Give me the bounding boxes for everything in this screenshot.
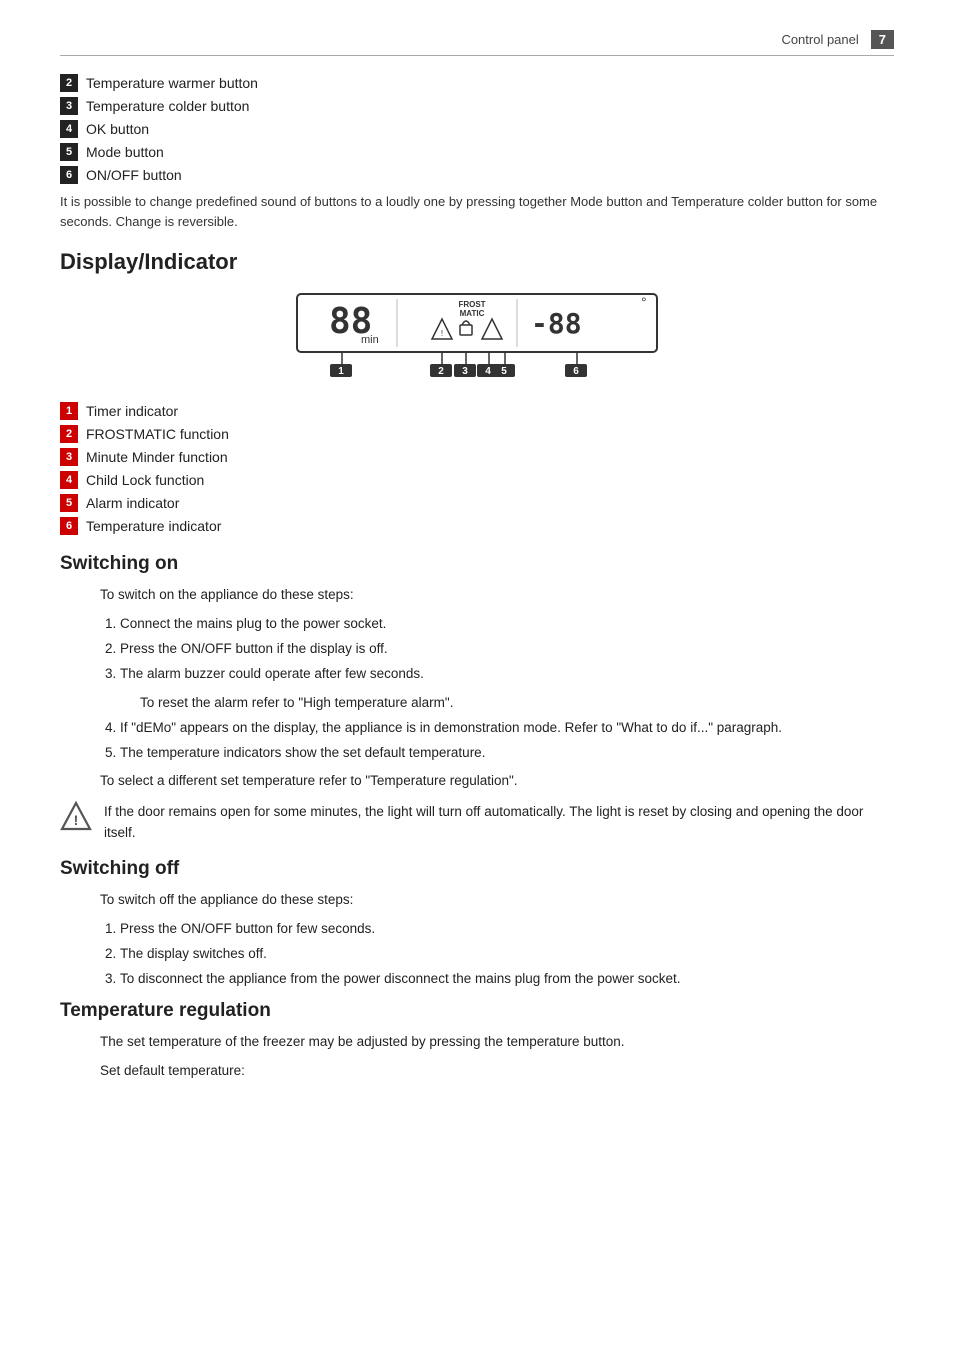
header-bar: Control panel 7 bbox=[60, 30, 894, 56]
header-title: Control panel bbox=[781, 32, 858, 47]
page-number: 7 bbox=[871, 30, 894, 49]
switching-on-outro: To select a different set temperature re… bbox=[60, 771, 894, 792]
warning-triangle-icon: ! bbox=[60, 800, 92, 832]
step-1: Connect the mains plug to the power sock… bbox=[120, 614, 894, 635]
svg-text:1: 1 bbox=[338, 366, 344, 377]
step-5: The temperature indicators show the set … bbox=[120, 743, 894, 764]
svg-text:!: ! bbox=[74, 812, 79, 828]
step-3-sub: To reset the alarm refer to "High temper… bbox=[60, 693, 894, 714]
switching-off-intro: To switch off the appliance do these ste… bbox=[60, 890, 894, 911]
list-item: 6 Temperature indicator bbox=[60, 517, 894, 535]
item-label-5: Mode button bbox=[86, 144, 164, 160]
indicator-label-5: Alarm indicator bbox=[86, 495, 179, 511]
warning-text: If the door remains open for some minute… bbox=[104, 802, 894, 844]
step-4: If "dEMo" appears on the display, the ap… bbox=[120, 718, 894, 739]
svg-text:6: 6 bbox=[573, 366, 579, 377]
badge-3: 3 bbox=[60, 97, 78, 115]
temperature-regulation-text1: The set temperature of the freezer may b… bbox=[60, 1032, 894, 1053]
indicator-label-2: FROSTMATIC function bbox=[86, 426, 229, 442]
temperature-regulation-title: Temperature regulation bbox=[60, 1000, 894, 1022]
svg-text:FROST: FROST bbox=[458, 300, 485, 309]
svg-text:min: min bbox=[361, 334, 379, 346]
switching-off-steps: Press the ON/OFF button for few seconds.… bbox=[60, 919, 894, 990]
control-items-list: 2 Temperature warmer button 3 Temperatur… bbox=[60, 74, 894, 184]
temperature-regulation-section: Temperature regulation The set temperatu… bbox=[60, 1000, 894, 1082]
indicator-badge-4: 4 bbox=[60, 471, 78, 489]
page: Control panel 7 2 Temperature warmer but… bbox=[0, 0, 954, 1352]
badge-5: 5 bbox=[60, 143, 78, 161]
display-diagram: 88 min FROST MATIC ! bbox=[287, 289, 667, 382]
svg-text:3: 3 bbox=[462, 366, 468, 377]
list-item: 4 OK button bbox=[60, 120, 894, 138]
indicators-list: 1 Timer indicator 2 FROSTMATIC function … bbox=[60, 402, 894, 535]
temperature-regulation-text2: Set default temperature: bbox=[60, 1061, 894, 1082]
list-item: 2 Temperature warmer button bbox=[60, 74, 894, 92]
item-label-2: Temperature warmer button bbox=[86, 75, 258, 91]
off-step-3: To disconnect the appliance from the pow… bbox=[120, 969, 894, 990]
display-section-title: Display/Indicator bbox=[60, 249, 894, 275]
item-label-3: Temperature colder button bbox=[86, 98, 249, 114]
indicator-badge-2: 2 bbox=[60, 425, 78, 443]
svg-text:MATIC: MATIC bbox=[460, 309, 485, 318]
svg-text:2: 2 bbox=[438, 366, 444, 377]
list-item: 1 Timer indicator bbox=[60, 402, 894, 420]
indicator-label-1: Timer indicator bbox=[86, 403, 178, 419]
indicator-label-4: Child Lock function bbox=[86, 472, 204, 488]
step-3: The alarm buzzer could operate after few… bbox=[120, 664, 894, 685]
badge-2: 2 bbox=[60, 74, 78, 92]
list-item: 5 Mode button bbox=[60, 143, 894, 161]
list-item: 4 Child Lock function bbox=[60, 471, 894, 489]
indicator-badge-3: 3 bbox=[60, 448, 78, 466]
switching-off-section: Switching off To switch off the applianc… bbox=[60, 858, 894, 990]
switching-off-title: Switching off bbox=[60, 858, 894, 880]
warning-icon: ! bbox=[60, 800, 92, 839]
svg-text:°: ° bbox=[641, 294, 647, 310]
off-step-2: The display switches off. bbox=[120, 944, 894, 965]
off-step-1: Press the ON/OFF button for few seconds. bbox=[120, 919, 894, 940]
list-item: 5 Alarm indicator bbox=[60, 494, 894, 512]
svg-text:4: 4 bbox=[485, 366, 491, 377]
list-item: 3 Minute Minder function bbox=[60, 448, 894, 466]
switching-on-title: Switching on bbox=[60, 553, 894, 575]
list-item: 3 Temperature colder button bbox=[60, 97, 894, 115]
badge-4: 4 bbox=[60, 120, 78, 138]
svg-text:!: ! bbox=[441, 329, 443, 338]
indicator-label-3: Minute Minder function bbox=[86, 449, 228, 465]
list-item: 6 ON/OFF button bbox=[60, 166, 894, 184]
indicator-badge-5: 5 bbox=[60, 494, 78, 512]
indicator-badge-1: 1 bbox=[60, 402, 78, 420]
indicator-badge-6: 6 bbox=[60, 517, 78, 535]
svg-text:-88: -88 bbox=[531, 307, 582, 340]
switching-on-steps-cont: If "dEMo" appears on the display, the ap… bbox=[60, 718, 894, 764]
note-text: It is possible to change predefined soun… bbox=[60, 192, 894, 231]
display-section: Display/Indicator 88 min FROST MATIC bbox=[60, 249, 894, 535]
switching-on-steps: Connect the mains plug to the power sock… bbox=[60, 614, 894, 685]
warning-box: ! If the door remains open for some minu… bbox=[60, 802, 894, 844]
item-label-6: ON/OFF button bbox=[86, 167, 182, 183]
indicator-label-6: Temperature indicator bbox=[86, 518, 221, 534]
switching-on-section: Switching on To switch on the appliance … bbox=[60, 553, 894, 844]
list-item: 2 FROSTMATIC function bbox=[60, 425, 894, 443]
item-label-4: OK button bbox=[86, 121, 149, 137]
step-2: Press the ON/OFF button if the display i… bbox=[120, 639, 894, 660]
display-svg: 88 min FROST MATIC ! bbox=[287, 289, 667, 379]
badge-6: 6 bbox=[60, 166, 78, 184]
svg-text:5: 5 bbox=[501, 366, 507, 377]
display-diagram-container: 88 min FROST MATIC ! bbox=[60, 289, 894, 382]
switching-on-intro: To switch on the appliance do these step… bbox=[60, 585, 894, 606]
